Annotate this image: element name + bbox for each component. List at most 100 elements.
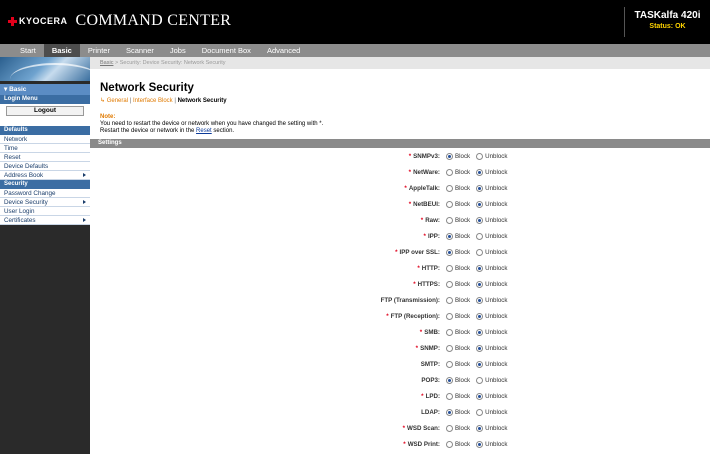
block-option[interactable]: Block: [446, 376, 470, 384]
block-option[interactable]: Block: [446, 312, 470, 320]
block-radio[interactable]: [446, 376, 453, 384]
block-option[interactable]: Block: [446, 408, 470, 416]
block-radio[interactable]: [446, 344, 453, 352]
unblock-radio[interactable]: [476, 440, 484, 448]
unblock-option[interactable]: Unblock: [476, 296, 508, 304]
tab-basic[interactable]: Basic: [43, 44, 80, 57]
unblock-radio[interactable]: [476, 312, 484, 320]
tab-advanced[interactable]: Advanced: [259, 44, 308, 57]
logout-button[interactable]: Logout: [6, 106, 84, 116]
unblock-radio[interactable]: [476, 152, 484, 160]
subnav-general-link[interactable]: General: [107, 98, 128, 104]
block-option[interactable]: Block: [446, 152, 470, 160]
sidebar-item-password-change[interactable]: Password Change: [0, 189, 90, 198]
unblock-option[interactable]: Unblock: [476, 200, 508, 208]
block-option[interactable]: Block: [446, 424, 470, 432]
unblock-radio[interactable]: [476, 328, 484, 336]
block-radio[interactable]: [446, 424, 453, 432]
block-radio[interactable]: [446, 200, 453, 208]
unblock-option[interactable]: Unblock: [476, 424, 508, 432]
sidebar-item-address-book[interactable]: Address Book: [0, 171, 90, 180]
unblock-radio[interactable]: [476, 424, 484, 432]
unblock-option[interactable]: Unblock: [476, 376, 508, 384]
block-radio[interactable]: [446, 440, 453, 448]
unblock-option[interactable]: Unblock: [476, 168, 508, 176]
sidebar-item-certificates[interactable]: Certificates: [0, 216, 90, 225]
block-option[interactable]: Block: [446, 184, 470, 192]
block-option[interactable]: Block: [446, 200, 470, 208]
block-option[interactable]: Block: [446, 392, 470, 400]
block-radio[interactable]: [446, 296, 453, 304]
block-radio[interactable]: [446, 152, 453, 160]
block-option[interactable]: Block: [446, 232, 470, 240]
block-radio[interactable]: [446, 328, 453, 336]
block-radio[interactable]: [446, 408, 453, 416]
unblock-option[interactable]: Unblock: [476, 312, 508, 320]
unblock-radio[interactable]: [476, 392, 484, 400]
block-radio[interactable]: [446, 216, 453, 224]
block-radio[interactable]: [446, 312, 453, 320]
block-option[interactable]: Block: [446, 168, 470, 176]
unblock-option[interactable]: Unblock: [476, 232, 508, 240]
unblock-radio[interactable]: [476, 232, 484, 240]
unblock-radio[interactable]: [476, 168, 484, 176]
sidebar-item-time[interactable]: Time: [0, 144, 90, 153]
block-radio[interactable]: [446, 280, 453, 288]
unblock-radio[interactable]: [476, 360, 484, 368]
unblock-option[interactable]: Unblock: [476, 408, 508, 416]
unblock-option[interactable]: Unblock: [476, 184, 508, 192]
unblock-radio[interactable]: [476, 200, 484, 208]
block-label: Block: [455, 328, 471, 336]
block-radio[interactable]: [446, 360, 453, 368]
block-option[interactable]: Block: [446, 440, 470, 448]
unblock-radio[interactable]: [476, 248, 484, 256]
tab-start[interactable]: Start: [12, 44, 44, 57]
sidebar-item-network[interactable]: Network: [0, 135, 90, 144]
unblock-radio[interactable]: [476, 280, 484, 288]
unblock-option[interactable]: Unblock: [476, 328, 508, 336]
tab-jobs[interactable]: Jobs: [162, 44, 194, 57]
block-option[interactable]: Block: [446, 344, 470, 352]
block-option[interactable]: Block: [446, 328, 471, 336]
sidebar-item-device-defaults[interactable]: Device Defaults: [0, 162, 90, 171]
setting-row: * Raw: Block Unblock: [90, 212, 710, 228]
block-option[interactable]: Block: [446, 296, 470, 304]
block-option[interactable]: Block: [446, 264, 470, 272]
block-radio[interactable]: [446, 248, 453, 256]
unblock-radio[interactable]: [476, 376, 484, 384]
sidebar-item-reset[interactable]: Reset: [0, 153, 90, 162]
reset-link[interactable]: Reset: [196, 128, 212, 134]
unblock-option[interactable]: Unblock: [476, 440, 508, 448]
breadcrumb-basic-link[interactable]: Basic: [100, 60, 113, 66]
unblock-radio[interactable]: [476, 216, 484, 224]
block-option[interactable]: Block: [446, 280, 470, 288]
block-option[interactable]: Block: [446, 216, 470, 224]
unblock-option[interactable]: Unblock: [476, 216, 508, 224]
sidebar-section-basic[interactable]: ▾ Basic: [0, 84, 90, 95]
block-radio[interactable]: [446, 184, 453, 192]
unblock-radio[interactable]: [476, 184, 484, 192]
unblock-option[interactable]: Unblock: [476, 248, 508, 256]
subnav-interface-block-link[interactable]: Interface Block: [133, 98, 173, 104]
sidebar-item-user-login[interactable]: User Login: [0, 207, 90, 216]
unblock-radio[interactable]: [476, 344, 484, 352]
unblock-option[interactable]: Unblock: [476, 360, 508, 368]
unblock-option[interactable]: Unblock: [476, 280, 508, 288]
block-radio[interactable]: [446, 264, 453, 272]
unblock-option[interactable]: Unblock: [476, 392, 508, 400]
block-option[interactable]: Block: [446, 248, 470, 256]
unblock-radio[interactable]: [476, 408, 484, 416]
unblock-option[interactable]: Unblock: [476, 344, 508, 352]
unblock-option[interactable]: Unblock: [476, 264, 508, 272]
block-radio[interactable]: [446, 168, 453, 176]
tab-scanner[interactable]: Scanner: [118, 44, 162, 57]
tab-document-box[interactable]: Document Box: [194, 44, 259, 57]
block-option[interactable]: Block: [446, 360, 470, 368]
block-radio[interactable]: [446, 392, 453, 400]
unblock-option[interactable]: Unblock: [476, 152, 508, 160]
unblock-radio[interactable]: [476, 296, 484, 304]
unblock-radio[interactable]: [476, 264, 484, 272]
tab-printer[interactable]: Printer: [80, 44, 118, 57]
block-radio[interactable]: [446, 232, 453, 240]
sidebar-item-device-security[interactable]: Device Security: [0, 198, 90, 207]
